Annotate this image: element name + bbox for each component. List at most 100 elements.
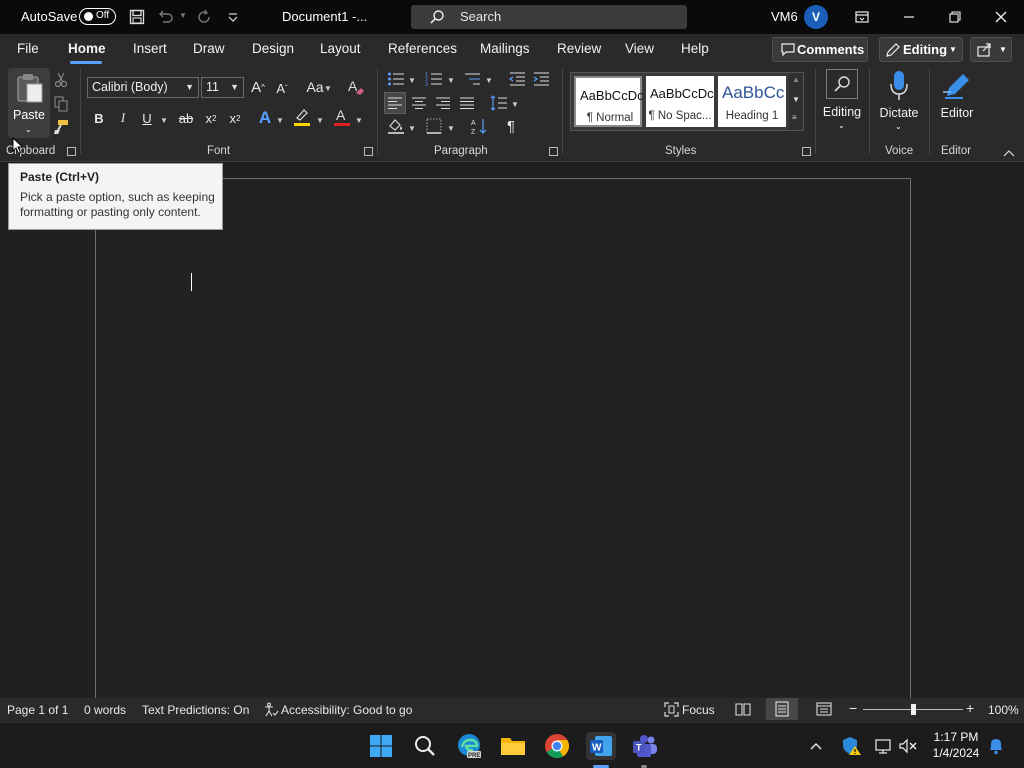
tab-help[interactable]: Help — [681, 41, 709, 56]
redo-icon[interactable] — [194, 7, 214, 27]
paragraph-launcher-icon[interactable] — [549, 147, 558, 156]
sort-icon[interactable]: AZ — [470, 116, 490, 136]
chevron-down-icon[interactable]: ▼ — [447, 76, 455, 85]
file-explorer-icon[interactable] — [499, 732, 527, 760]
chevron-down-icon[interactable]: ▼ — [408, 124, 416, 133]
chevron-down-icon[interactable]: ▼ — [355, 116, 363, 125]
show-hidden-icons-icon[interactable] — [806, 732, 826, 760]
editing-button[interactable]: Editing ⌄ — [822, 68, 862, 136]
read-mode-icon[interactable] — [735, 701, 751, 720]
chevron-down-icon[interactable]: ▼ — [316, 116, 324, 125]
underline-icon[interactable]: U — [137, 108, 157, 128]
undo-icon[interactable] — [156, 7, 176, 27]
comments-button[interactable]: Comments — [772, 37, 868, 62]
bullets-icon[interactable] — [386, 69, 406, 89]
chevron-down-icon[interactable]: ▼ — [485, 76, 493, 85]
line-spacing-icon[interactable] — [489, 93, 509, 113]
chevron-down-icon[interactable]: ▼ — [324, 84, 332, 93]
security-warning-icon[interactable] — [840, 732, 864, 760]
tab-home[interactable]: Home — [68, 41, 106, 56]
align-left-icon[interactable] — [384, 92, 406, 114]
ribbon-display-options-icon[interactable] — [847, 5, 877, 29]
zoom-in-icon[interactable]: + — [966, 700, 974, 716]
search-box[interactable]: Search — [411, 5, 687, 29]
teams-icon[interactable]: T — [631, 732, 659, 760]
align-center-icon[interactable] — [409, 93, 429, 113]
show-formatting-marks-icon[interactable]: ¶ — [501, 116, 521, 136]
undo-dropdown-icon[interactable]: ▼ — [179, 11, 187, 20]
copy-icon[interactable] — [51, 94, 71, 114]
scroll-down-icon[interactable]: ▼ — [792, 95, 800, 104]
format-painter-icon[interactable] — [51, 117, 71, 137]
tab-insert[interactable]: Insert — [133, 41, 167, 56]
tab-mailings[interactable]: Mailings — [480, 41, 530, 56]
share-button[interactable]: ▼ — [970, 37, 1012, 62]
more-styles-icon[interactable]: ≡ — [792, 113, 797, 122]
tab-references[interactable]: References — [388, 41, 457, 56]
font-name-dropdown[interactable]: Calibri (Body) ▼ — [87, 77, 199, 98]
chrome-icon[interactable] — [543, 732, 571, 760]
zoom-level[interactable]: 100% — [988, 703, 1019, 717]
justify-icon[interactable] — [457, 93, 477, 113]
collapse-ribbon-icon[interactable] — [1003, 146, 1015, 160]
tab-file[interactable]: File — [17, 41, 39, 56]
focus-mode-button[interactable]: Focus — [682, 703, 715, 717]
scroll-up-icon[interactable]: ▲ — [792, 75, 800, 84]
decrease-indent-icon[interactable] — [507, 69, 527, 89]
autosave-toggle[interactable]: Off — [79, 8, 116, 25]
subscript-icon[interactable]: x2 — [201, 108, 221, 128]
shrink-font-icon[interactable]: Aˇ — [272, 78, 292, 98]
chevron-down-icon[interactable]: ▼ — [511, 100, 519, 109]
minimize-icon[interactable] — [894, 5, 924, 29]
editor-button[interactable]: Editor — [934, 68, 980, 138]
grow-font-icon[interactable]: A ^ — [248, 77, 268, 97]
font-size-dropdown[interactable]: 11 ▼ — [201, 77, 244, 98]
tab-design[interactable]: Design — [252, 41, 294, 56]
superscript-icon[interactable]: x2 — [225, 108, 245, 128]
text-effects-icon[interactable]: A — [255, 108, 275, 128]
numbering-icon[interactable]: 123 — [424, 69, 444, 89]
customize-toolbar-icon[interactable] — [223, 7, 243, 27]
zoom-slider-thumb[interactable] — [911, 704, 916, 715]
strikethrough-icon[interactable]: ab — [176, 108, 196, 128]
print-layout-button[interactable] — [766, 698, 798, 720]
highlight-color-icon[interactable] — [292, 107, 312, 127]
zoom-out-icon[interactable]: − — [849, 700, 857, 716]
increase-indent-icon[interactable] — [531, 69, 551, 89]
editing-mode-button[interactable]: Editing ▼ — [879, 37, 963, 62]
document-page[interactable] — [95, 178, 911, 698]
chevron-down-icon[interactable]: ▼ — [160, 116, 168, 125]
tab-layout[interactable]: Layout — [320, 41, 361, 56]
multilevel-list-icon[interactable] — [462, 69, 482, 89]
shading-icon[interactable] — [386, 116, 406, 136]
save-icon[interactable] — [127, 7, 147, 27]
close-icon[interactable] — [986, 5, 1016, 29]
chevron-down-icon[interactable]: ▼ — [447, 124, 455, 133]
borders-icon[interactable] — [424, 116, 444, 136]
avatar[interactable]: V — [804, 5, 828, 29]
system-clock[interactable]: 1:17 PM 1/4/2024 — [928, 729, 984, 761]
style-normal[interactable]: AaBbCcDc ¶ Normal — [574, 76, 644, 127]
page-count[interactable]: Page 1 of 1 — [7, 703, 68, 717]
paste-button[interactable]: Paste ⌄ — [8, 68, 50, 138]
text-predictions-status[interactable]: Text Predictions: On — [142, 703, 249, 717]
tab-draw[interactable]: Draw — [193, 41, 225, 56]
font-color-icon[interactable]: A — [332, 107, 352, 127]
search-icon[interactable] — [411, 732, 439, 760]
edge-icon[interactable]: PRE — [455, 732, 483, 760]
word-count[interactable]: 0 words — [84, 703, 126, 717]
notifications-icon[interactable] — [985, 732, 1007, 760]
zoom-slider[interactable] — [863, 704, 963, 715]
start-icon[interactable] — [367, 732, 395, 760]
styles-launcher-icon[interactable] — [802, 147, 811, 156]
volume-muted-icon[interactable] — [897, 732, 919, 760]
clipboard-launcher-icon[interactable] — [67, 147, 76, 156]
chevron-down-icon[interactable]: ▼ — [276, 116, 284, 125]
network-icon[interactable] — [872, 732, 894, 760]
style-no-spacing[interactable]: AaBbCcDc ¶ No Spac... — [646, 76, 714, 127]
restore-icon[interactable] — [940, 5, 970, 29]
word-icon[interactable]: W — [586, 732, 616, 760]
chevron-down-icon[interactable]: ▼ — [408, 76, 416, 85]
tab-review[interactable]: Review — [557, 41, 601, 56]
dictate-button[interactable]: Dictate ⌄ — [876, 68, 922, 138]
